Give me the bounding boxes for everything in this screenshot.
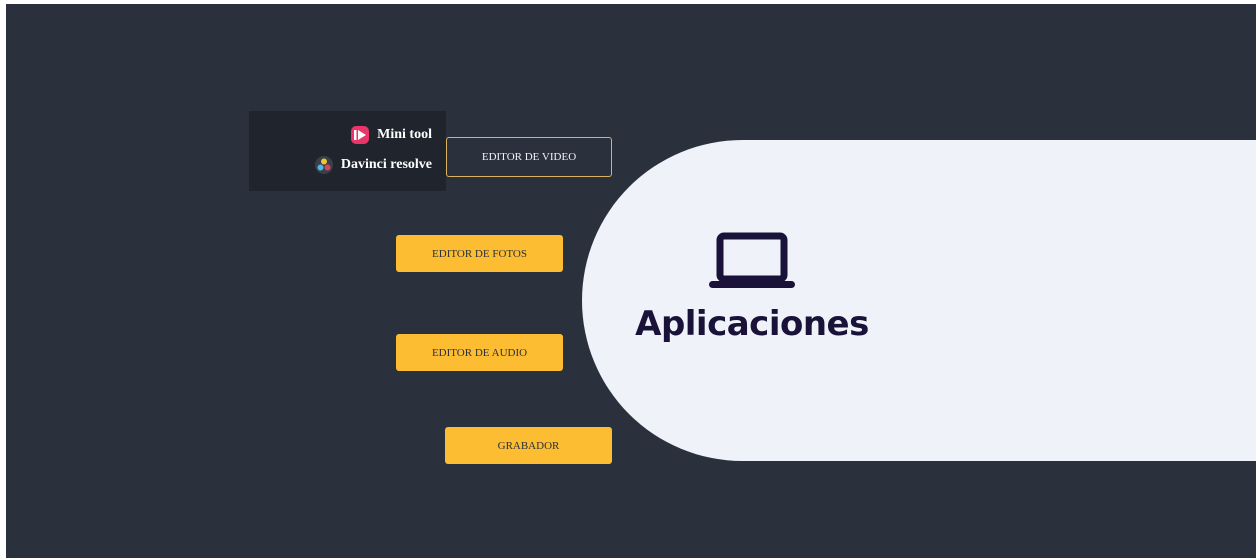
dropdown-item-minitool[interactable]: Mini tool: [249, 120, 432, 150]
video-editor-button[interactable]: EDITOR DE VIDEO: [446, 137, 612, 177]
dropdown-item-label: Mini tool: [377, 127, 432, 142]
dropdown-item-label: Davinci resolve: [340, 157, 432, 172]
video-editor-dropdown: Mini tool Davinci resolve: [249, 111, 446, 191]
dropdown-item-davinci[interactable]: Davinci resolve: [249, 150, 432, 180]
hero: Aplicaciones: [632, 232, 872, 344]
page-background: Aplicaciones EDITOR DE VIDEO EDITOR DE F…: [6, 4, 1256, 558]
page-title: Aplicaciones: [635, 304, 869, 344]
photo-editor-button[interactable]: EDITOR DE FOTOS: [396, 235, 563, 272]
laptop-icon: [709, 232, 795, 288]
recorder-button[interactable]: GRABADOR: [445, 427, 612, 464]
minitool-logo-icon: [351, 126, 370, 144]
davinci-resolve-logo-icon: [314, 156, 333, 174]
audio-editor-button[interactable]: EDITOR DE AUDIO: [396, 334, 563, 371]
